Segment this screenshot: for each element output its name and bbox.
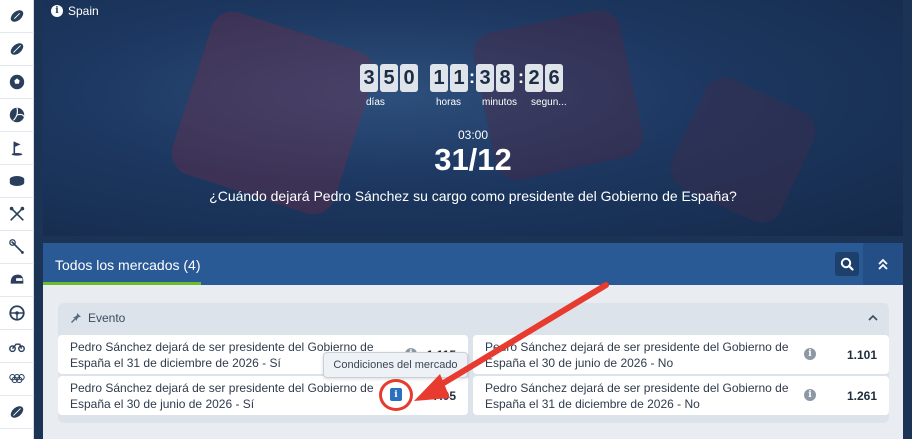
event-question: ¿Cuándo dejará Pedro Sánchez su cargo co… xyxy=(209,188,737,204)
countdown-digit: 1 xyxy=(450,64,468,92)
event-date: 31/12 xyxy=(434,142,512,177)
event-time: 03:00 xyxy=(457,128,489,142)
steering-wheel-icon xyxy=(9,305,25,321)
chevron-up-icon[interactable] xyxy=(867,312,879,324)
countdown-label-hours: horas xyxy=(436,97,462,108)
sidebar-item-racing[interactable] xyxy=(0,297,34,330)
outcome-label: Pedro Sánchez dejará de ser presidente d… xyxy=(70,380,374,411)
sports-sidebar xyxy=(0,0,34,439)
sidebar-item-soccer[interactable] xyxy=(0,66,34,99)
volleyball-icon xyxy=(9,107,25,123)
countdown-label-days: días xyxy=(366,97,385,108)
collapse-all-button[interactable] xyxy=(863,243,903,285)
sidebar-item-lacrosse[interactable] xyxy=(0,198,34,231)
sidebar-item-badminton[interactable] xyxy=(0,231,34,264)
info-icon[interactable]: i xyxy=(804,348,816,360)
outcome-label: Pedro Sánchez dejará de ser presidente d… xyxy=(485,380,789,411)
search-button[interactable] xyxy=(835,252,859,276)
event-hero-banner: i Spain 3 5 0 días 1 1 horas : 3 8 minut… xyxy=(43,0,903,236)
rugby-ball-icon xyxy=(10,43,24,55)
countdown-timer: 3 5 0 días 1 1 horas : 3 8 minutos: 2 6… xyxy=(360,64,567,108)
countdown-digit: 1 xyxy=(430,64,448,92)
motorbike-icon xyxy=(9,343,25,353)
countdown-digit: 2 xyxy=(525,64,544,92)
country-label: Spain xyxy=(68,4,99,18)
countdown-separator: : xyxy=(469,67,475,87)
countdown-label-minutes: minutos xyxy=(482,97,518,108)
outcome-price: 1.261 xyxy=(846,388,877,403)
market-group-title: Evento xyxy=(88,311,126,325)
countdown-digit: 6 xyxy=(545,64,564,92)
outcome-price: 7.05 xyxy=(432,388,456,403)
sidebar-item-motorbikes[interactable] xyxy=(0,330,34,363)
outcome-button[interactable]: Pedro Sánchez dejará de ser presidente d… xyxy=(473,376,889,415)
sidebar-item-american-football[interactable] xyxy=(0,0,34,33)
countdown-digit: 0 xyxy=(400,64,418,92)
outcome-price: 1.101 xyxy=(846,347,877,362)
soccer-ball-icon xyxy=(9,74,25,90)
pin-icon xyxy=(71,313,81,323)
sidebar-item-volleyball[interactable] xyxy=(0,99,34,132)
countdown-digit: 3 xyxy=(360,64,378,92)
market-conditions-icon[interactable]: i xyxy=(390,388,402,401)
market-conditions-tooltip: Condiciones del mercado xyxy=(323,352,468,378)
countdown-minutes: 3 8 minutos xyxy=(476,64,517,108)
tab-all-markets[interactable]: Todos los mercados (4) xyxy=(43,243,201,285)
countdown-digit: 3 xyxy=(476,64,494,92)
sidebar-item-olympics[interactable] xyxy=(0,363,34,396)
outcome-button[interactable]: Pedro Sánchez dejará de ser presidente d… xyxy=(473,335,889,374)
olympic-rings-icon xyxy=(9,374,25,384)
sidebar-item-motorsport[interactable] xyxy=(0,264,34,297)
search-icon xyxy=(840,257,854,271)
countdown-hours: 1 1 horas xyxy=(430,64,468,108)
markets-header: Todos los mercados (4) xyxy=(43,243,903,285)
markets-panel: Todos los mercados (4) Evento Pedro Sánc… xyxy=(43,243,903,439)
outcome-label: Pedro Sánchez dejará de ser presidente d… xyxy=(485,339,789,370)
info-icon: i xyxy=(51,5,63,17)
sidebar-item-rugby-league[interactable] xyxy=(0,396,34,429)
badminton-icon xyxy=(9,239,24,254)
rugby-ball-icon xyxy=(10,406,24,418)
countdown-label-seconds: segun... xyxy=(531,97,567,108)
double-chevron-up-icon xyxy=(878,258,888,270)
info-icon[interactable]: i xyxy=(804,389,816,401)
countdown-digit: 8 xyxy=(496,64,514,92)
sidebar-item-golf[interactable] xyxy=(0,132,34,165)
sidebar-item-rugby[interactable] xyxy=(0,33,34,66)
sidebar-item-ice-hockey[interactable] xyxy=(0,165,34,198)
countdown-seconds: 2 6 segun... xyxy=(525,64,567,108)
countdown-days: 3 5 0 días xyxy=(360,64,418,108)
golf-flag-icon xyxy=(11,141,23,156)
football-icon xyxy=(10,10,24,22)
countdown-separator: : xyxy=(518,67,525,87)
market-group-header[interactable]: Evento xyxy=(58,303,889,333)
helmet-icon xyxy=(10,274,24,284)
crossed-sticks-icon xyxy=(9,206,25,221)
event-country: i Spain xyxy=(51,4,99,18)
countdown-digit: 5 xyxy=(380,64,398,92)
hockey-puck-icon xyxy=(9,176,25,186)
